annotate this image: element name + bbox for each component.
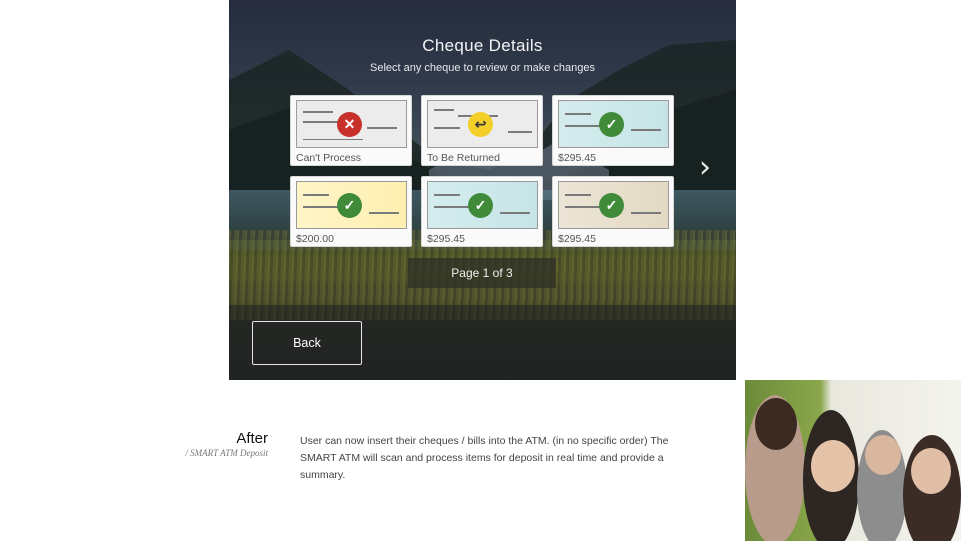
- cheque-amount-label: $295.45: [427, 233, 465, 245]
- cheque-amount-label: $295.45: [558, 233, 596, 245]
- checkmark-icon: ✓: [599, 193, 624, 218]
- cheque-status-label: Can't Process: [296, 152, 362, 164]
- return-arrow-icon: ↩: [468, 112, 493, 137]
- checkmark-icon: ✓: [468, 193, 493, 218]
- cheque-card[interactable]: ✓ $200.00: [290, 176, 412, 247]
- atm-screen: Cheque Details Select any cheque to revi…: [229, 0, 736, 380]
- cheque-card[interactable]: ↩ To Be Returned: [421, 95, 543, 166]
- screen-title: Cheque Details: [422, 36, 543, 55]
- checkmark-icon: ✓: [599, 112, 624, 137]
- checkmark-icon: ✓: [337, 193, 362, 218]
- screen-subtitle: Select any cheque to review or make chan…: [369, 62, 596, 74]
- cheque-card[interactable]: ✓ $295.45: [552, 95, 674, 166]
- cheque-status-label: To Be Returned: [427, 152, 500, 164]
- caption-subtitle: / SMART ATM Deposit: [185, 448, 268, 458]
- cheque-amount-label: $200.00: [296, 233, 334, 245]
- cheque-card[interactable]: ✓ $295.45: [421, 176, 543, 247]
- cheque-card[interactable]: ✓ $295.45: [552, 176, 674, 247]
- caption-title: After: [236, 430, 268, 447]
- cheque-card[interactable]: ✕ Can't Process: [290, 95, 412, 166]
- caption-body: User can now insert their cheques / bill…: [300, 435, 669, 481]
- x-icon: ✕: [337, 112, 362, 137]
- chevron-right-icon[interactable]: ›: [699, 150, 711, 185]
- page: Cheque Details Select any cheque to revi…: [0, 0, 968, 544]
- team-photo: [745, 380, 961, 541]
- cheque-amount-label: $295.45: [558, 152, 596, 164]
- page-indicator: Page 1 of 3: [408, 258, 556, 288]
- back-button[interactable]: Back: [252, 321, 362, 365]
